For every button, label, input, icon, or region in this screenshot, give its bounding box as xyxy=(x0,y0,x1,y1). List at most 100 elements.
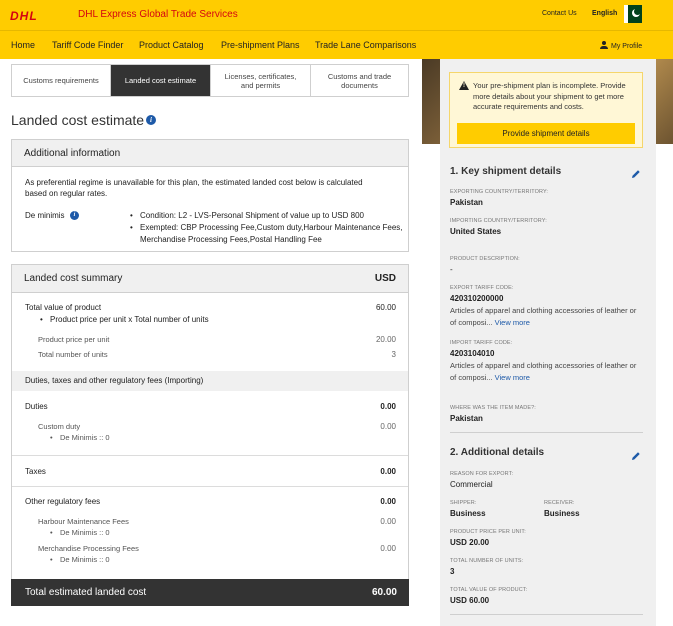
units-value: 3 xyxy=(391,350,396,359)
bullet: • xyxy=(130,211,133,220)
other-fees-value: 0.00 xyxy=(380,497,396,506)
site-title: DHL Express Global Trade Services xyxy=(78,9,238,20)
import-desc-line: Articles of apparel and clothing accesso… xyxy=(450,361,637,370)
import-view-more-link[interactable]: View more xyxy=(495,373,530,382)
tab-label: Customs requirements xyxy=(23,76,99,85)
harbour-fees-value: 0.00 xyxy=(380,517,396,526)
origin-value: Pakistan xyxy=(450,414,483,423)
additional-information-title: Additional information xyxy=(24,148,121,159)
divider xyxy=(450,432,643,433)
duties-label: Duties xyxy=(25,402,48,411)
tab-label: Landed cost estimate xyxy=(124,76,197,85)
dhl-logo[interactable]: DHL xyxy=(10,9,38,23)
pakistan-flag-icon[interactable] xyxy=(624,5,642,23)
other-fees-label: Other regulatory fees xyxy=(25,497,101,506)
bullet: • xyxy=(50,528,53,537)
provide-shipment-details-button[interactable]: Provide shipment details xyxy=(457,123,635,144)
bullet: • xyxy=(130,223,133,232)
reason-for-export-value: Commercial xyxy=(450,480,493,489)
divider xyxy=(12,486,408,487)
shipper-label: SHIPPER: xyxy=(450,500,477,506)
units-label: Total number of units xyxy=(38,350,108,359)
taxes-label: Taxes xyxy=(25,467,46,476)
price-per-unit-label: Product price per unit xyxy=(38,335,110,344)
price-per-unit-value: 20.00 xyxy=(375,335,396,344)
custom-duty-label: Custom duty xyxy=(38,422,81,431)
export-country-label: EXPORTING COUNTRY/TERRITORY: xyxy=(450,189,549,195)
receiver-value: Business xyxy=(544,509,580,518)
de-minimis-info-icon[interactable]: i xyxy=(70,211,79,220)
contact-us-link[interactable]: Contact Us xyxy=(542,10,577,17)
import-country-label: IMPORTING COUNTRY/TERRITORY: xyxy=(450,218,547,224)
export-tariff-code-value: 420310200000 xyxy=(450,294,504,303)
merch-fees-value: 0.00 xyxy=(380,544,396,553)
export-tariff-description: Articles of apparel and clothing accesso… xyxy=(450,305,650,330)
currency-label: USD xyxy=(374,273,396,284)
nav-product-catalog[interactable]: Product Catalog xyxy=(139,40,204,50)
nav-home[interactable]: Home xyxy=(11,40,35,50)
card-header: Landed cost summary USD xyxy=(12,265,408,293)
origin-label: WHERE WAS THE ITEM MADE?: xyxy=(450,405,536,411)
tab-label: Licenses, certificates, and permits xyxy=(224,71,297,90)
number-of-units-value: 3 xyxy=(450,567,455,576)
edit-pencil-icon[interactable] xyxy=(631,451,641,461)
total-value-amount: 60.00 xyxy=(375,303,396,312)
total-landed-cost-value: 60.00 xyxy=(371,587,397,598)
receiver-label: RECEIVER: xyxy=(544,500,575,506)
warning-icon: ! xyxy=(459,81,469,90)
de-minimis-exempted: Exempted: CBP Processing Fee,Custom duty… xyxy=(140,223,403,232)
divider xyxy=(12,455,408,456)
my-profile-link[interactable]: My Profile xyxy=(600,41,642,50)
additional-details-title: 2. Additional details xyxy=(450,447,545,458)
plan-tabs: Customs requirements Landed cost estimat… xyxy=(11,64,409,97)
duties-section-title: Duties, taxes and other regulatory fees … xyxy=(25,376,204,385)
de-minimis-condition: Condition: L2 - LVS-Personal Shipment of… xyxy=(140,211,364,220)
price-per-unit-label: PRODUCT PRICE PER UNIT: xyxy=(450,529,526,535)
edit-pencil-icon[interactable] xyxy=(631,169,641,179)
total-landed-cost-label: Total estimated landed cost xyxy=(25,587,147,598)
import-tariff-code-label: IMPORT TARIFF CODE: xyxy=(450,340,513,346)
regime-note-cont: based on regular rates. xyxy=(25,189,108,198)
total-value-value: USD 60.00 xyxy=(450,596,490,605)
export-country-value: Pakistan xyxy=(450,198,483,207)
taxes-value: 0.00 xyxy=(380,467,396,476)
total-landed-cost-bar: Total estimated landed cost 60.00 xyxy=(11,579,409,606)
tab-label: Customs and trade documents xyxy=(327,71,392,90)
bullet: • xyxy=(50,433,53,442)
top-bar: DHL DHL Express Global Trade Services Co… xyxy=(0,0,673,30)
tab-customs-requirements[interactable]: Customs requirements xyxy=(12,65,111,96)
tab-licenses-certificates-permits[interactable]: Licenses, certificates, and permits xyxy=(211,65,311,96)
total-value-label: TOTAL VALUE OF PRODUCT: xyxy=(450,587,528,593)
card-header: Additional information xyxy=(12,140,408,167)
export-view-more-link[interactable]: View more xyxy=(495,318,530,327)
merch-fees-deminimis: De Minimis :: 0 xyxy=(60,555,110,564)
tab-landed-cost-estimate[interactable]: Landed cost estimate xyxy=(111,65,211,96)
price-per-unit-value: USD 20.00 xyxy=(450,538,490,547)
alert-message: Your pre-shipment plan is incomplete. Pr… xyxy=(473,81,626,111)
nav-trade-lane-comparisons[interactable]: Trade Lane Comparisons xyxy=(315,40,416,50)
total-value-label: Total value of product xyxy=(25,303,102,312)
additional-information-card: Additional information As preferential r… xyxy=(11,139,409,252)
import-tariff-code-value: 4203104010 xyxy=(450,349,495,358)
my-profile-label: My Profile xyxy=(611,43,643,50)
tab-customs-trade-documents[interactable]: Customs and trade documents xyxy=(311,65,408,96)
bullet: • xyxy=(40,315,43,324)
key-shipment-details-title: 1. Key shipment details xyxy=(450,166,562,177)
nav-pre-shipment-plans[interactable]: Pre-shipment Plans xyxy=(221,40,300,50)
custom-duty-deminimis: De Minimis :: 0 xyxy=(60,433,110,442)
number-of-units-label: TOTAL NUMBER OF UNITS: xyxy=(450,558,524,564)
harbour-fees-deminimis: De Minimis :: 0 xyxy=(60,528,110,537)
landed-cost-summary-card: Landed cost summary USD Total value of p… xyxy=(11,264,409,606)
info-icon[interactable]: i xyxy=(146,115,156,125)
nav-tariff-code-finder[interactable]: Tariff Code Finder xyxy=(52,40,123,50)
product-description-label: PRODUCT DESCRIPTION: xyxy=(450,256,520,262)
bullet: • xyxy=(50,555,53,564)
landed-cost-summary-title: Landed cost summary xyxy=(24,273,123,284)
duties-value: 0.00 xyxy=(380,402,396,411)
user-icon xyxy=(600,41,608,49)
export-desc-line: Articles of apparel and clothing accesso… xyxy=(450,306,637,315)
export-desc-line: of composi... xyxy=(450,318,493,328)
language-selector[interactable]: English xyxy=(592,10,617,17)
main-nav: Home Tariff Code Finder Product Catalog … xyxy=(0,30,673,59)
import-country-value: United States xyxy=(450,227,502,236)
